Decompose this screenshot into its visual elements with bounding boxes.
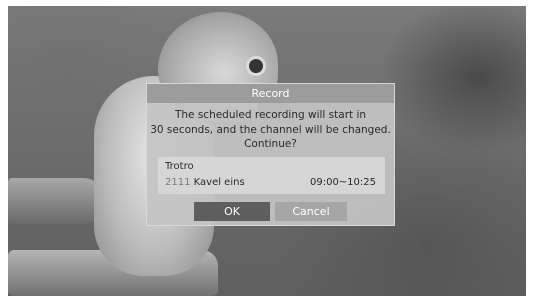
message-line-1: The scheduled recording will start in [174, 109, 367, 121]
tv-frame: Record The scheduled recording will star… [0, 0, 534, 300]
program-name: Trotro [165, 161, 194, 172]
message-line-3: Continue? [244, 138, 297, 150]
program-time-range: 09:00~10:25 [309, 177, 376, 188]
message-line-2: 30 seconds, and the channel will be chan… [150, 123, 391, 136]
program-channel: 2111 Kavel eins [165, 177, 245, 188]
parrot-eye [246, 56, 266, 76]
program-info-box: Trotro 2111 Kavel eins 09:00~10:25 [158, 157, 385, 194]
branch-left [8, 178, 104, 224]
dialog-title: Record [147, 84, 394, 103]
dialog-message: The scheduled recording will start in 30… [147, 103, 394, 152]
record-dialog: Record The scheduled recording will star… [146, 83, 395, 226]
ok-button[interactable]: OK [194, 202, 270, 221]
channel-name: Kavel eins [193, 177, 245, 188]
cancel-button[interactable]: Cancel [275, 202, 347, 221]
channel-number: 2111 [165, 177, 191, 188]
